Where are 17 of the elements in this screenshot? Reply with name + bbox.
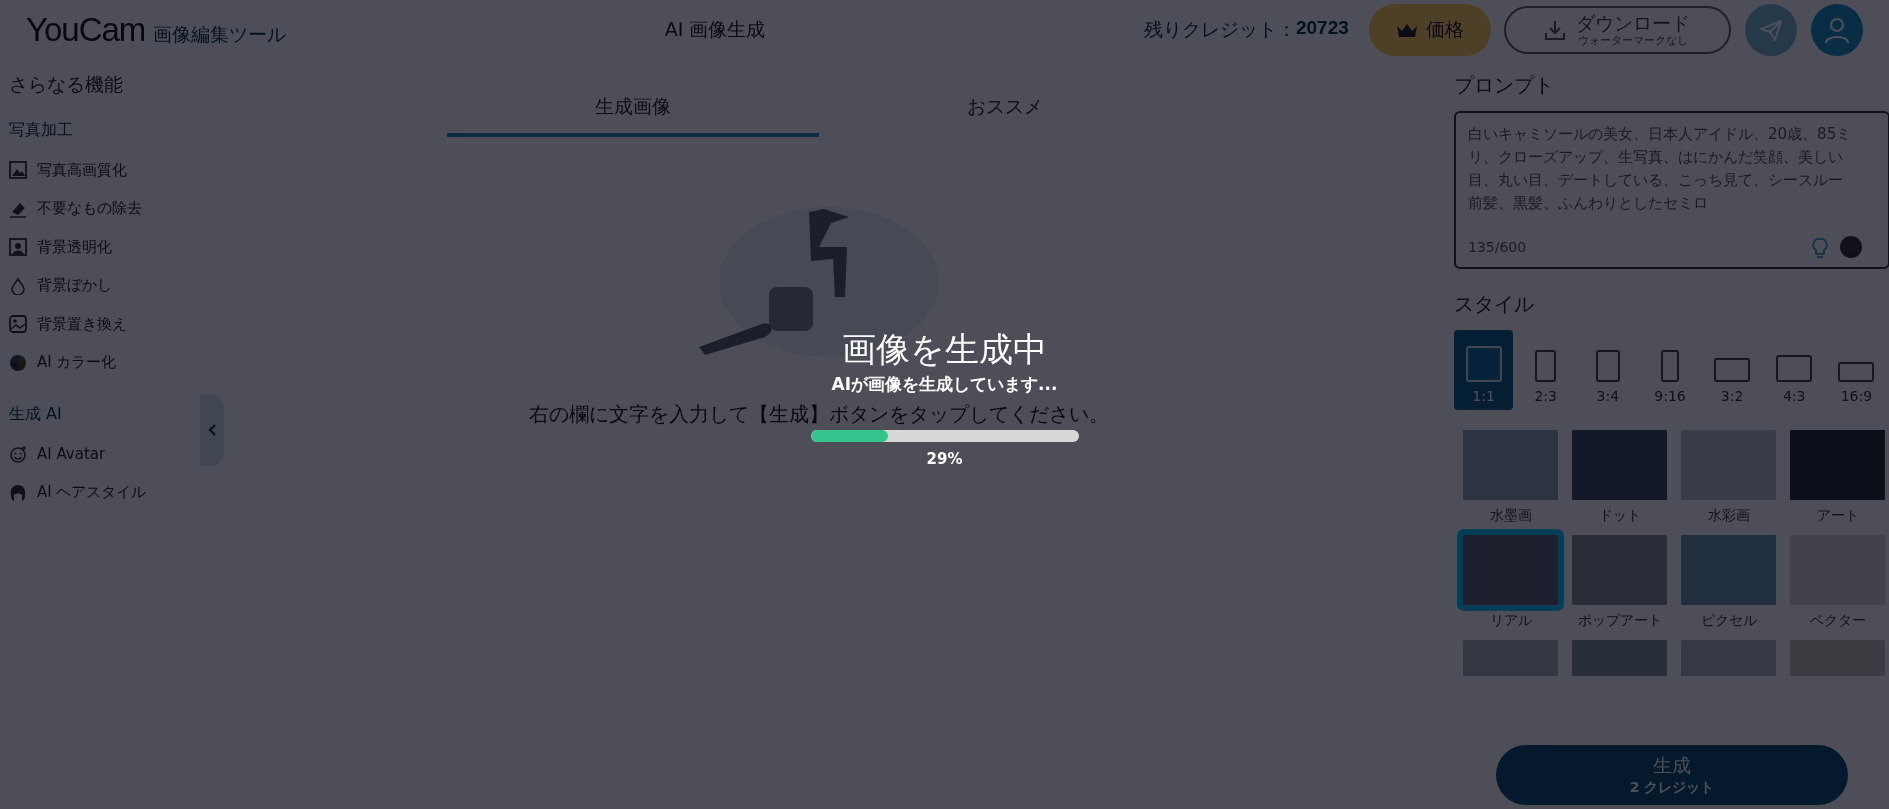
empty-state-message: 右の欄に文字を入力して【生成】ボタンをタップしてください。	[529, 402, 1109, 426]
credits-value: 20723	[1295, 17, 1349, 40]
dialog-message: AIが画像を生成しています...	[831, 373, 1058, 395]
download-label: ダウンロード	[1576, 14, 1691, 33]
credits-label: 残りクレジット：	[1143, 17, 1296, 42]
sidebar-heading: さらなる機能	[9, 72, 124, 97]
dialog-title: 画像を生成中	[842, 328, 1047, 370]
page-title: AI 画像生成	[664, 17, 767, 42]
progress-percentage: 29%	[926, 450, 963, 468]
tab[interactable]: おススメ	[819, 80, 1191, 137]
logo-text: YouCam	[26, 11, 146, 49]
credit-cost: 2 クレジット	[1629, 779, 1715, 797]
section-heading: プロンプト	[1454, 72, 1555, 99]
section-title: 生成 AI	[9, 404, 63, 425]
section-heading: スタイル	[1454, 291, 1535, 318]
logo-subtitle: 画像編集ツール	[153, 22, 287, 47]
section-title: 写真加工	[9, 120, 74, 141]
